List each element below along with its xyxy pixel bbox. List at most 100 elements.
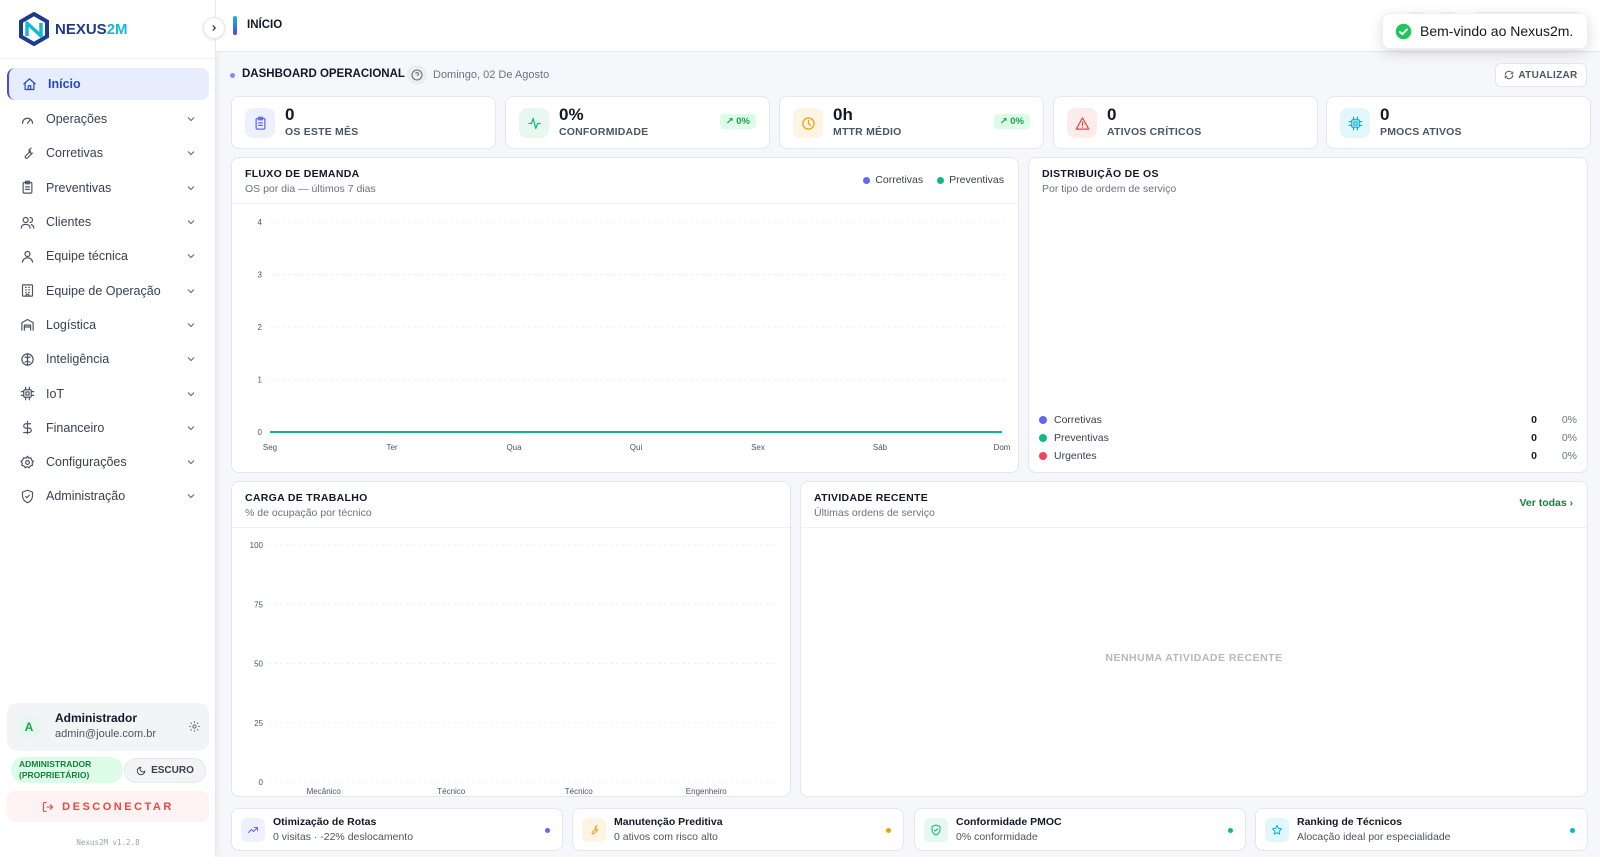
kpi-icon-wrap [245, 108, 275, 138]
star-icon [1272, 825, 1282, 835]
distribution-count: 0 [1531, 414, 1537, 426]
brand-name: NEXUS2M [55, 21, 128, 38]
sidebar-item-preventivas[interactable]: Preventivas [7, 171, 209, 205]
distribution-percent: 0% [1561, 432, 1577, 444]
x-tick-label: Sex [751, 443, 765, 452]
insight-card[interactable]: Otimização de Rotas 0 visitas · -22% desl… [231, 808, 563, 851]
distribution-row: Preventivas 0 0% [1039, 429, 1577, 447]
y-tick-label: 25 [254, 719, 263, 728]
insight-card[interactable]: Ranking de Técnicos Alocação ideal por es… [1255, 808, 1588, 851]
kpi-card[interactable]: 0h MTTR MÉDIO ↗ 0% [779, 96, 1044, 149]
y-tick-label: 3 [258, 271, 263, 280]
insight-icon-wrap [241, 818, 265, 842]
kpi-card[interactable]: 0% CONFORMIDADE ↗ 0% [505, 96, 770, 149]
insight-title: Conformidade PMOC [956, 816, 1062, 828]
legend-preventivas[interactable]: Preventivas [937, 174, 1004, 186]
brand-name-part1: NEXUS [55, 20, 107, 38]
distribution-dot [1039, 434, 1047, 442]
chip-icon [20, 386, 34, 401]
theme-toggle-button[interactable]: ESCURO [124, 758, 206, 783]
sidebar-item-logistica[interactable]: Logística [7, 308, 209, 342]
wrench-icon [591, 825, 599, 835]
legend-dot-corretivas [863, 176, 871, 184]
kpi-icon-wrap [519, 108, 549, 138]
insight-card[interactable]: Conformidade PMOC 0% conformidade [914, 808, 1246, 851]
chevron-down-icon [187, 117, 195, 122]
help-button[interactable] [407, 65, 427, 85]
users-icon [20, 216, 34, 229]
user-name: Administrador [55, 711, 138, 725]
brain-icon [20, 353, 34, 366]
dollar-icon-wrap [19, 420, 35, 436]
distribution-label: Corretivas [1054, 414, 1102, 426]
user-settings-icon[interactable] [188, 720, 201, 733]
user-email: admin@joule.com.br [55, 728, 157, 740]
sidebar-item-iot[interactable]: IoT [7, 376, 209, 410]
sidebar-item-administracao[interactable]: Administração [7, 479, 209, 513]
workload-panel: CARGA DE TRABALHO % de ocupação por técn… [231, 481, 791, 797]
check-circle-icon [1395, 23, 1412, 39]
insight-subtitle: 0% conformidade [956, 831, 1038, 843]
y-tick-label: 2 [258, 323, 263, 332]
kpi-label: ATIVOS CRÍTICOS [1107, 126, 1202, 138]
panel-divider [801, 527, 1587, 528]
home-icon [22, 77, 36, 90]
users-icon-wrap [19, 214, 35, 230]
sidebar-item-equipe-de-operacao[interactable]: Equipe de Operação [7, 273, 209, 307]
sidebar-item-operacoes[interactable]: Operações [7, 102, 209, 136]
logout-button[interactable]: DESCONECTAR [7, 791, 209, 822]
chevron-right-icon: › [1569, 498, 1573, 509]
sidebar-item-inicio[interactable]: Início [7, 68, 209, 100]
sidebar-item-financeiro[interactable]: Financeiro [7, 411, 209, 445]
user-card[interactable]: A Administrador admin@joule.com.br [7, 703, 209, 751]
sidebar-item-equipe-tecnica[interactable]: Equipe técnica [7, 239, 209, 273]
sidebar-item-inteligencia[interactable]: Inteligência [7, 342, 209, 376]
workload-bar-chart: 0 25 50 75 100 Mecânico Técnico Técnico Engenhei… [250, 541, 778, 796]
user-icon-wrap [19, 248, 35, 264]
brand-logo[interactable]: NEXUS2M [18, 12, 128, 46]
distribution-title: DISTRIBUIÇÃO DE OS [1042, 168, 1159, 180]
kpi-card[interactable]: 0 OS ESTE MÊS [231, 96, 496, 149]
x-tick-label: Dom [994, 443, 1011, 452]
sidebar-item-label: Administração [46, 489, 126, 504]
shield-icon-wrap [19, 488, 35, 504]
sidebar-nav: Início Operações Corretivas Preventivas Clie… [7, 68, 209, 514]
kpi-card[interactable]: 0 ATIVOS CRÍTICOS [1053, 96, 1318, 149]
kpi-trend-badge: ↗ 0% [719, 114, 756, 129]
chevron-down-icon [187, 322, 195, 328]
sidebar-item-label: Inteligência [46, 352, 110, 367]
activity-subtitle: Últimas ordens de serviço [814, 507, 935, 519]
kpi-value: 0 [285, 105, 295, 124]
kpi-icon-wrap [793, 108, 823, 138]
brand-name-part2: 2M [106, 20, 128, 38]
y-tick-label: 4 [258, 218, 263, 227]
wrench-icon [24, 147, 33, 159]
insight-title: Manutenção Preditiva [614, 816, 723, 828]
legend-corretivas[interactable]: Corretivas [863, 174, 923, 186]
building-icon [21, 284, 33, 297]
wrench-icon-wrap [19, 145, 35, 161]
sidebar-item-clientes[interactable]: Clientes [7, 205, 209, 239]
distribution-dot [1039, 416, 1047, 424]
insight-status-dot [1570, 828, 1575, 833]
help-icon [411, 69, 423, 81]
legend-dot-preventivas [937, 176, 945, 184]
kpi-label: CONFORMIDADE [559, 126, 649, 138]
refresh-button[interactable]: ATUALIZAR [1495, 63, 1587, 87]
distribution-subtitle: Por tipo de ordem de serviço [1042, 183, 1177, 195]
sidebar-item-configuracoes[interactable]: Configurações [7, 445, 209, 479]
insight-card[interactable]: Manutenção Preditiva 0 ativos com risco a… [572, 808, 904, 851]
y-tick-label: 0 [258, 428, 263, 437]
sidebar-collapse-button[interactable] [203, 17, 225, 39]
activity-panel: ATIVIDADE RECENTE Últimas ordens de serv… [800, 481, 1588, 797]
insight-subtitle: 0 ativos com risco alto [614, 831, 718, 843]
sidebar-item-label: Início [48, 77, 81, 91]
view-all-link[interactable]: Ver todas › [1519, 497, 1573, 509]
y-tick-label: 100 [250, 541, 264, 550]
breadcrumb-accent [233, 16, 237, 35]
kpi-card[interactable]: 0 PMOCS ATIVOS [1326, 96, 1591, 149]
sidebar-item-label: Configurações [46, 455, 127, 470]
kpi-value: 0h [833, 105, 853, 124]
kpi-trend-badge: ↗ 0% [993, 114, 1030, 129]
sidebar-item-corretivas[interactable]: Corretivas [7, 136, 209, 170]
